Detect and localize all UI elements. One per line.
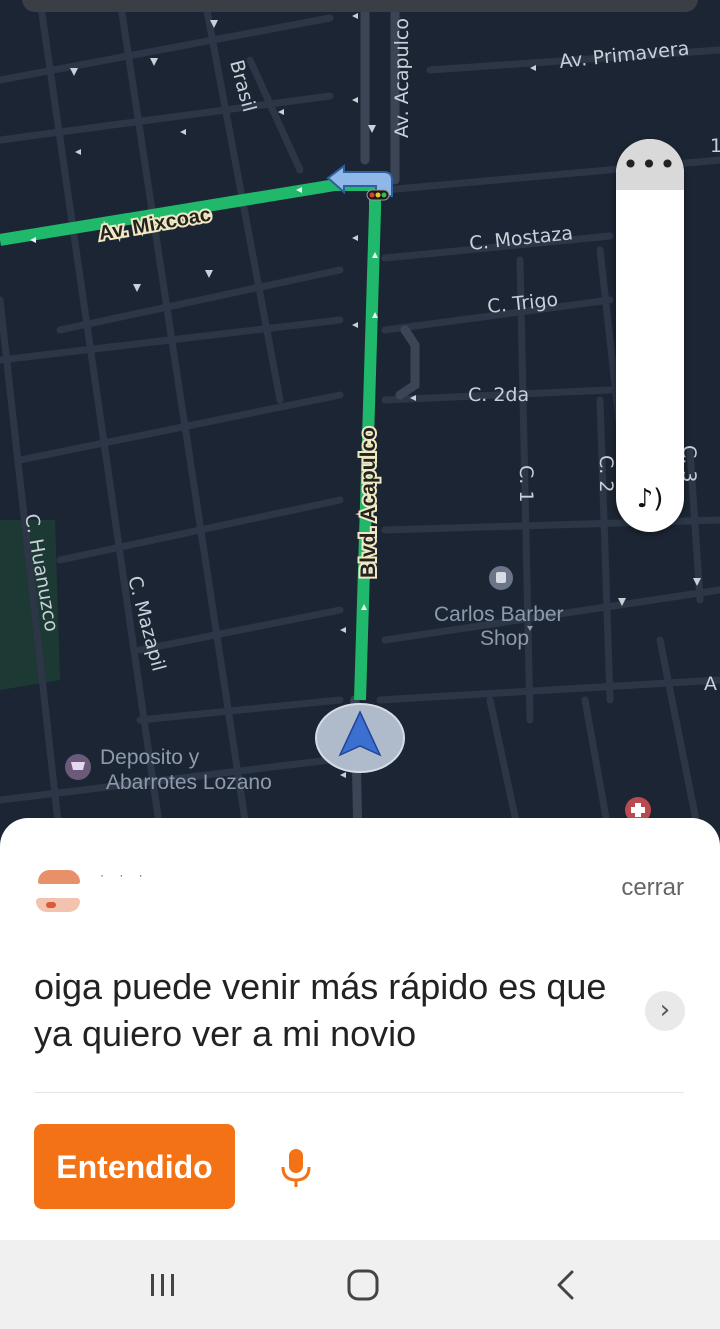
avatar xyxy=(32,866,84,918)
current-location-arrow-icon xyxy=(315,703,405,773)
barber-shop-icon[interactable] xyxy=(489,566,513,590)
home-icon[interactable] xyxy=(303,1240,423,1329)
more-horizontal-icon: ••• xyxy=(622,147,678,181)
poi-deposito-line1[interactable]: Deposito y xyxy=(100,746,200,769)
street-c-2: C. 2 xyxy=(595,455,617,492)
music-note-sound-icon[interactable]: ♪) xyxy=(616,484,684,514)
recent-apps-icon[interactable] xyxy=(103,1240,223,1329)
poi-barber-line1[interactable]: Carlos Barber xyxy=(434,603,564,626)
street-av-acapulco: Av. Acapulco xyxy=(391,18,413,138)
message-text: oiga puede venir más rápido es que ya qu… xyxy=(34,966,607,1054)
street-c-2da: C. 2da xyxy=(468,384,529,406)
microphone-icon[interactable] xyxy=(279,1147,313,1189)
poi-barber-line2[interactable]: Shop xyxy=(480,627,529,650)
poi-deposito-line2[interactable]: Abarrotes Lozano xyxy=(106,771,272,794)
store-icon[interactable] xyxy=(65,754,91,780)
street-blvd-acapulco: Blvd. Acapulco xyxy=(357,427,380,578)
understood-button[interactable]: Entendido xyxy=(34,1124,235,1209)
close-button[interactable]: cerrar xyxy=(621,874,684,902)
traffic-light-icon xyxy=(366,189,390,201)
top-status-pill xyxy=(22,0,698,12)
street-edge-1: 1 xyxy=(710,135,720,157)
map-canvas: Av. Primavera Av. Acapulco Brasil Av. Mi… xyxy=(0,0,720,845)
chevron-right-icon[interactable]: › xyxy=(645,991,685,1031)
volume-panel[interactable]: ••• ♪) xyxy=(616,139,684,532)
street-c-1: C. 1 xyxy=(515,465,537,502)
system-nav-bar xyxy=(0,1240,720,1329)
divider xyxy=(34,1092,684,1093)
sender-name: · · · xyxy=(100,868,149,882)
street-edge-a: A xyxy=(704,673,717,695)
back-icon[interactable] xyxy=(505,1240,625,1329)
navigation-map[interactable]: Av. Primavera Av. Acapulco Brasil Av. Mi… xyxy=(0,0,720,845)
